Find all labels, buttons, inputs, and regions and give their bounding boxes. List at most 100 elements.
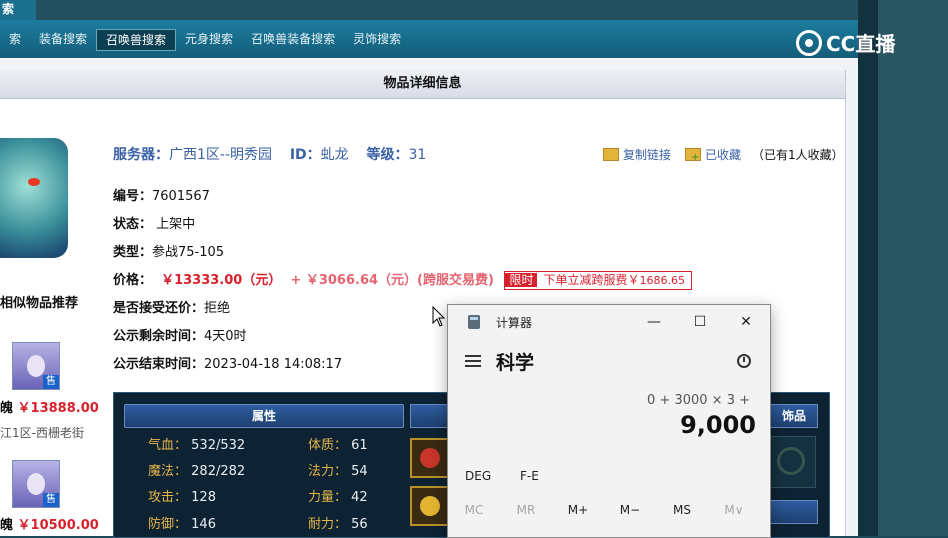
memory-recall-button[interactable]: MR [500,503,552,517]
calculator-mode: 科学 [496,352,535,374]
type-value: 参战75-105 [152,245,225,260]
id-value: 虬龙 [320,147,349,163]
memory-row: MC MR M+ M− MS M∨ [448,503,770,517]
skill-icon-1[interactable] [410,438,450,478]
maximize-button[interactable]: ☐ [680,309,720,335]
copy-link-button[interactable]: 复制链接 [603,146,671,163]
limited-tag: 限时 [505,273,538,287]
fe-button[interactable]: F-E [520,469,539,483]
accessory-second-tab[interactable] [770,500,818,524]
accessory-icon[interactable] [768,436,816,488]
favorited-button[interactable]: 已收藏 [685,146,741,163]
server-line: 服务器：广西1区--明秀园 ID：虬龙 等级：31 [113,144,426,164]
calculator-result: 9,000 [680,411,756,439]
calculator-app-icon [468,315,480,329]
memory-subtract-button[interactable]: M− [604,503,656,517]
close-button[interactable]: ✕ [726,309,766,335]
nav-item-partial[interactable]: 索 [0,29,30,51]
server-value: 广西1区--明秀园 [169,147,273,163]
stat-magic: 法力： 54 [308,464,368,479]
recommend-server-1: 江1区-西栅老街 [0,426,84,440]
favorite-count: （已有1人收藏） [752,148,844,162]
end-label: 公示结束时间： [113,357,205,372]
right-dark-band [858,0,878,536]
discount-text: 下单立减跨服费￥ [543,273,640,287]
bargain-label: 是否接受还价： [113,301,205,316]
recommend-price-2[interactable]: 魄 ￥10500.00 [0,514,99,533]
stats-header[interactable]: 属性 [124,404,404,428]
recommend-thumbnail-1[interactable]: 售 [12,342,60,390]
stat-defense: 防御： 146 [148,517,216,532]
skill-icon-2[interactable] [410,486,450,526]
memory-clear-button[interactable]: MC [448,503,500,517]
type-label: 类型： [113,245,153,260]
status-line: 状态： 上架中 [113,213,195,232]
bargain-line: 是否接受还价：拒绝 [113,297,230,316]
stat-endurance: 耐力： 56 [308,517,368,532]
price-value: ￥13333.00（元） [161,273,282,288]
calculator-title: 计算器 [496,316,533,330]
memory-store-button[interactable]: MS [656,503,708,517]
minimize-button[interactable]: — [634,309,674,335]
end-time-line: 公示结束时间：2023-04-18 14:08:17 [113,353,342,372]
stat-mp: 魔法： 282/282 [148,464,246,479]
recommend-thumbnail-2[interactable]: 售 [12,460,60,508]
far-right-area [878,0,948,536]
nav-item-equipment-search[interactable]: 装备搜索 [30,29,96,51]
calculator-titlebar[interactable]: 计算器 — ☐ ✕ [448,305,770,339]
status-value: 上架中 [156,217,196,232]
recommend-price-value-1: ￥13888.00 [17,401,99,416]
thumbnail-face [27,355,45,377]
favorited-label: 已收藏 [705,148,742,162]
cc-live-logo: CC直播 [796,28,895,57]
number-value: 7601567 [152,189,210,204]
id-label: ID： [289,147,321,163]
limited-discount-badge: 限时 下单立减跨服费￥1686.65 [504,271,692,290]
discount-value: 1686.65 [639,274,685,287]
pet-eye [28,178,40,186]
nav-item-yuanshen-search[interactable]: 元身搜索 [176,29,242,51]
cc-logo-icon [796,29,822,56]
accessory-header[interactable]: 饰品 [770,404,818,428]
calculator-expression: 0 + 3000 × 3 + [647,393,750,408]
memory-add-button[interactable]: M+ [552,503,604,517]
price-line: 价格： ￥13333.00（元） + ￥3066.64（元）(跨服交易费) 限时… [113,269,692,290]
angle-mode-button[interactable]: DEG [465,469,491,483]
memory-list-button[interactable]: M∨ [708,503,760,517]
sold-badge: 售 [43,493,59,507]
stat-constitution: 体质： 61 [308,438,368,453]
history-icon[interactable] [737,354,751,368]
folder-add-icon [685,148,701,161]
skills-header-tab[interactable] [410,404,452,428]
pet-portrait-image [0,138,68,258]
status-label: 状态： [113,217,153,232]
folder-icon [603,148,619,161]
remain-line: 公示剩余时间：4天0时 [113,325,247,344]
stat-attack: 攻击： 128 [148,490,216,505]
price-label: 价格： [113,273,153,288]
end-value: 2023-04-18 14:08:17 [204,357,343,372]
thumbnail-face [27,473,45,495]
number-line: 编号：7601567 [113,185,210,204]
stat-strength: 力量： 42 [308,490,368,505]
nav-item-summon-search[interactable]: 召唤兽搜索 [96,29,177,51]
sold-badge: 售 [43,375,59,389]
remain-value: 4天0时 [204,329,247,344]
type-line: 类型：参战75-105 [113,241,224,260]
calculator-window: 计算器 — ☐ ✕ 科学 0 + 3000 × 3 + 9,000 DEG F-… [447,304,771,538]
nav-item-summon-equipment-search[interactable]: 召唤兽装备搜索 [242,29,344,51]
cross-server-fee: + ￥3066.64（元）(跨服交易费) [290,273,494,288]
recommend-price-1[interactable]: 魄 ￥13888.00 [0,397,99,416]
nav-item-lingshi-search[interactable]: 灵饰搜索 [344,29,410,51]
hamburger-menu-icon[interactable] [465,355,481,367]
recommend-name-tail-2: 魄 [0,518,14,533]
copy-link-label: 复制链接 [623,148,672,162]
mouse-cursor-icon [432,306,446,327]
recommend-name-tail-1: 魄 [0,401,14,416]
server-label: 服务器： [113,147,169,163]
cc-logo-text: CC直播 [826,32,896,56]
search-nav-bar: 索 装备搜索 召唤兽搜索 元身搜索 召唤兽装备搜索 灵饰搜索 [0,20,858,58]
top-search-tab[interactable]: 索 [0,0,36,20]
number-label: 编号： [113,189,153,204]
recommend-header: 相似物品推荐 [0,296,79,311]
